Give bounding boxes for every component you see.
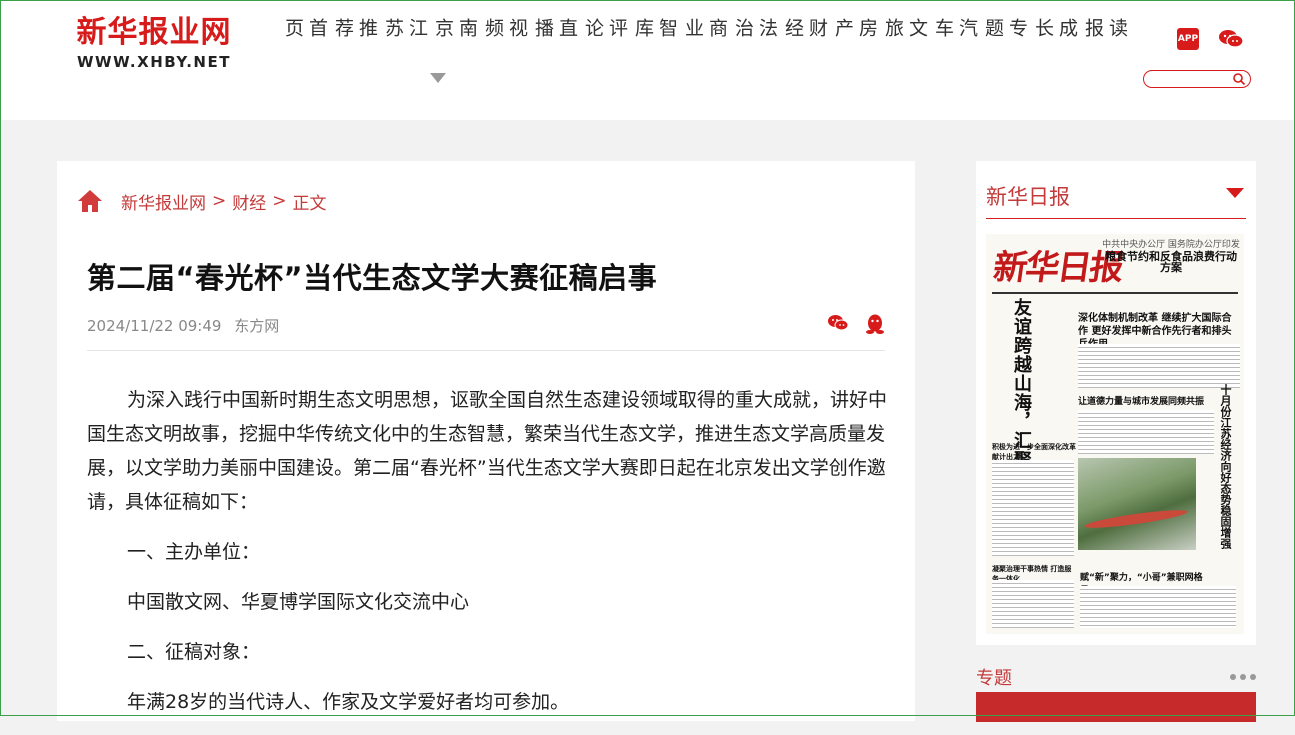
paper-text-block	[992, 580, 1074, 628]
nav-item-jiangsu[interactable]: 江苏	[379, 18, 429, 39]
nav-item-recommend[interactable]: 推荐	[329, 18, 379, 39]
nav-item-realestate[interactable]: 房产	[829, 18, 879, 39]
main-nav: 首页 推荐 江苏 南京 视频 直播 评论 智库 商业 法治 财经 房产 文旅 汽…	[279, 18, 1129, 39]
paper-text-block	[992, 460, 1074, 556]
nav-item-finance[interactable]: 财经	[779, 18, 829, 39]
nav-item-business[interactable]: 商业	[679, 18, 729, 39]
nav-item-law[interactable]: 法治	[729, 18, 779, 39]
article-datetime: 2024/11/22 09:49	[87, 317, 222, 335]
paper-headline: 让道德力量与城市发展同频共振	[1078, 397, 1205, 407]
nav-item-comment[interactable]: 评论	[579, 18, 629, 39]
paper-headline: 积极为进一步全面深化改革献计出力	[992, 443, 1076, 461]
nav-item-read-paper[interactable]: 读报	[1079, 18, 1129, 39]
paper-photo-road	[1083, 506, 1189, 532]
nanjing-dropdown-caret-icon[interactable]	[430, 73, 446, 83]
nav-item-nanjing[interactable]: 南京	[429, 18, 479, 39]
article-panel: 新华报业网 > 财经 > 正文 第二届“春光杯”当代生态文学大赛征稿启事 202…	[57, 161, 915, 721]
app-icon[interactable]: APP	[1177, 28, 1199, 50]
article-paragraph: 为深入践行中国新时期生态文明思想，讴歌全国自然生态建设领域取得的重大成就，讲好中…	[87, 389, 888, 513]
logo-title: 新华报业网	[76, 15, 232, 50]
article-title: 第二届“春光杯”当代生态文学大赛征稿启事	[87, 261, 658, 295]
breadcrumb-home-link[interactable]: 新华报业网	[121, 189, 206, 214]
article-paragraph: 二、征稿对象：	[127, 641, 261, 663]
site-header: 新华报业网 WWW.XHBY.NET 首页 推荐 江苏 南京 视频 直播 评论 …	[0, 0, 1295, 120]
nav-item-thinktank[interactable]: 智库	[629, 18, 679, 39]
meta-divider	[87, 350, 885, 351]
nav-item-home[interactable]: 首页	[279, 18, 329, 39]
breadcrumb-separator: >	[212, 191, 227, 211]
paper-text-block	[1078, 410, 1214, 454]
breadcrumb-current: 正文	[292, 193, 327, 214]
paper-photo	[1078, 458, 1196, 550]
breadcrumb-separator: >	[272, 191, 287, 211]
article-paragraph: 一、主办单位：	[127, 541, 261, 563]
nav-item-live[interactable]: 直播	[529, 18, 579, 39]
article-paragraph: 中国散文网、华夏博学国际文化交流中心	[127, 591, 470, 613]
nav-item-culture-travel[interactable]: 文旅	[879, 18, 929, 39]
paper-text-block	[1078, 344, 1240, 388]
newspaper-thumbnail[interactable]: 新华日报 中共中央办公厅 国务院办公厅印发 粮食节约和反食品浪费行动方案 友谊跨…	[986, 234, 1244, 634]
paper-text-block	[1080, 586, 1236, 628]
site-logo[interactable]: 新华报业网 WWW.XHBY.NET	[66, 14, 242, 72]
sidebar-title: 新华日报	[986, 185, 1070, 209]
nav-item-topics[interactable]: 专题	[979, 18, 1029, 39]
chevron-down-icon[interactable]	[1226, 188, 1244, 198]
paper-top-headline: 中共中央办公厅 国务院办公厅印发 粮食节约和反食品浪费行动方案	[1102, 240, 1240, 274]
sidebar-newspaper: 新华日报 新华日报 中共中央办公厅 国务院办公厅印发 粮食节约和反食品浪费行动方…	[976, 161, 1256, 645]
logo-url: WWW.XHBY.NET	[77, 53, 231, 71]
search-icon[interactable]	[1232, 72, 1246, 86]
sidebar-divider	[986, 218, 1246, 219]
share-wechat-icon[interactable]	[827, 314, 849, 332]
home-icon[interactable]	[77, 188, 103, 214]
paper-side-headline: 十月份江苏经济向好态势稳固增强	[1219, 384, 1232, 549]
article-meta: 2024/11/22 09:49 东方网	[87, 315, 287, 336]
nav-item-video[interactable]: 视频	[479, 18, 529, 39]
article-source: 东方网	[234, 317, 280, 335]
breadcrumb: 新华报业网 > 财经 > 正文	[77, 188, 333, 214]
breadcrumb-section-link[interactable]: 财经	[232, 189, 266, 214]
nav-item-growth[interactable]: 成长	[1029, 18, 1079, 39]
topic-banner[interactable]	[976, 692, 1256, 722]
paper-rule	[992, 292, 1238, 294]
nav-item-auto[interactable]: 汽车	[929, 18, 979, 39]
article-body: 为深入践行中国新时期生态文明思想，讴歌全国自然生态建设领域取得的重大成就，讲好中…	[87, 383, 887, 735]
article-paragraph: 年满28岁的当代诗人、作家及文学爱好者均可参加。	[127, 691, 570, 713]
wechat-icon[interactable]	[1218, 29, 1244, 49]
share-qq-icon[interactable]	[865, 313, 885, 335]
topics-title: 专题	[976, 668, 1012, 689]
more-icon[interactable]	[1230, 674, 1256, 680]
